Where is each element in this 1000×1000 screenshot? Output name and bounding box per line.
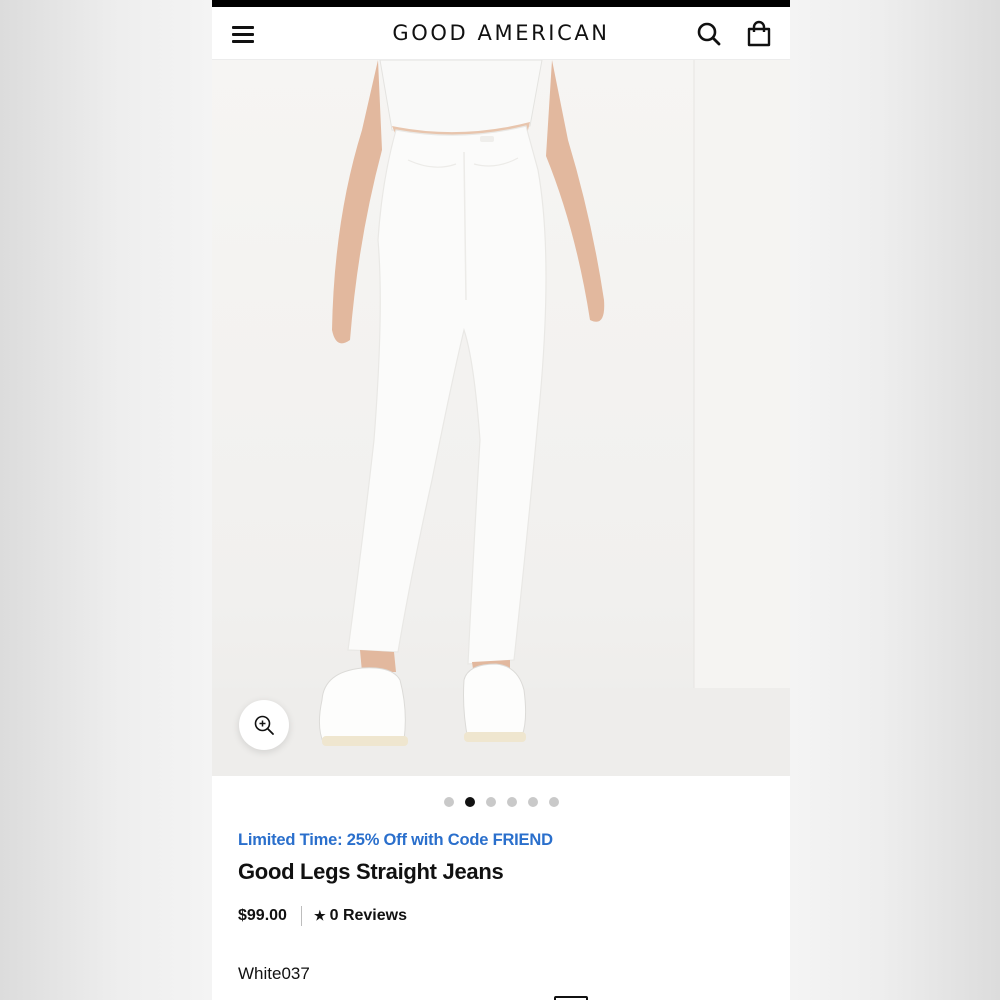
- product-image[interactable]: [212, 60, 790, 776]
- gallery-dot[interactable]: [548, 797, 559, 807]
- product-title: Good Legs Straight Jeans: [238, 859, 504, 884]
- divider: [300, 906, 302, 926]
- color-swatch-selected[interactable]: [554, 996, 588, 1000]
- product-photo-white-jeans: [212, 60, 790, 776]
- gallery-dot[interactable]: [464, 797, 475, 807]
- site-header: GOOD AMERICAN: [212, 7, 790, 60]
- zoom-button[interactable]: [239, 700, 289, 750]
- gallery-dot[interactable]: [527, 797, 538, 807]
- reviews-count: 0 Reviews: [329, 907, 407, 925]
- gallery-dot[interactable]: [443, 797, 454, 807]
- zoom-in-icon: [254, 715, 274, 735]
- product-price: $99.00: [238, 907, 287, 925]
- gallery-dot[interactable]: [506, 797, 517, 807]
- gallery-dot[interactable]: [485, 797, 496, 807]
- promo-text: Limited Time: 25% Off with Code FRIEND: [238, 831, 553, 849]
- star-icon: ★: [313, 908, 326, 924]
- shopping-bag-icon: [747, 20, 771, 47]
- search-icon: [697, 22, 721, 46]
- cart-button[interactable]: [744, 19, 774, 49]
- gallery-pagination: [212, 797, 790, 809]
- mobile-viewport: GOOD AMERICAN Limited Time: 25% Off with…: [212, 0, 790, 1000]
- search-button[interactable]: [694, 19, 724, 49]
- reviews-link[interactable]: ★ 0 Reviews: [314, 907, 407, 924]
- selected-color-label: White037: [238, 964, 310, 983]
- status-bar: [212, 0, 790, 7]
- price-row: $99.00 ★ 0 Reviews: [238, 906, 407, 926]
